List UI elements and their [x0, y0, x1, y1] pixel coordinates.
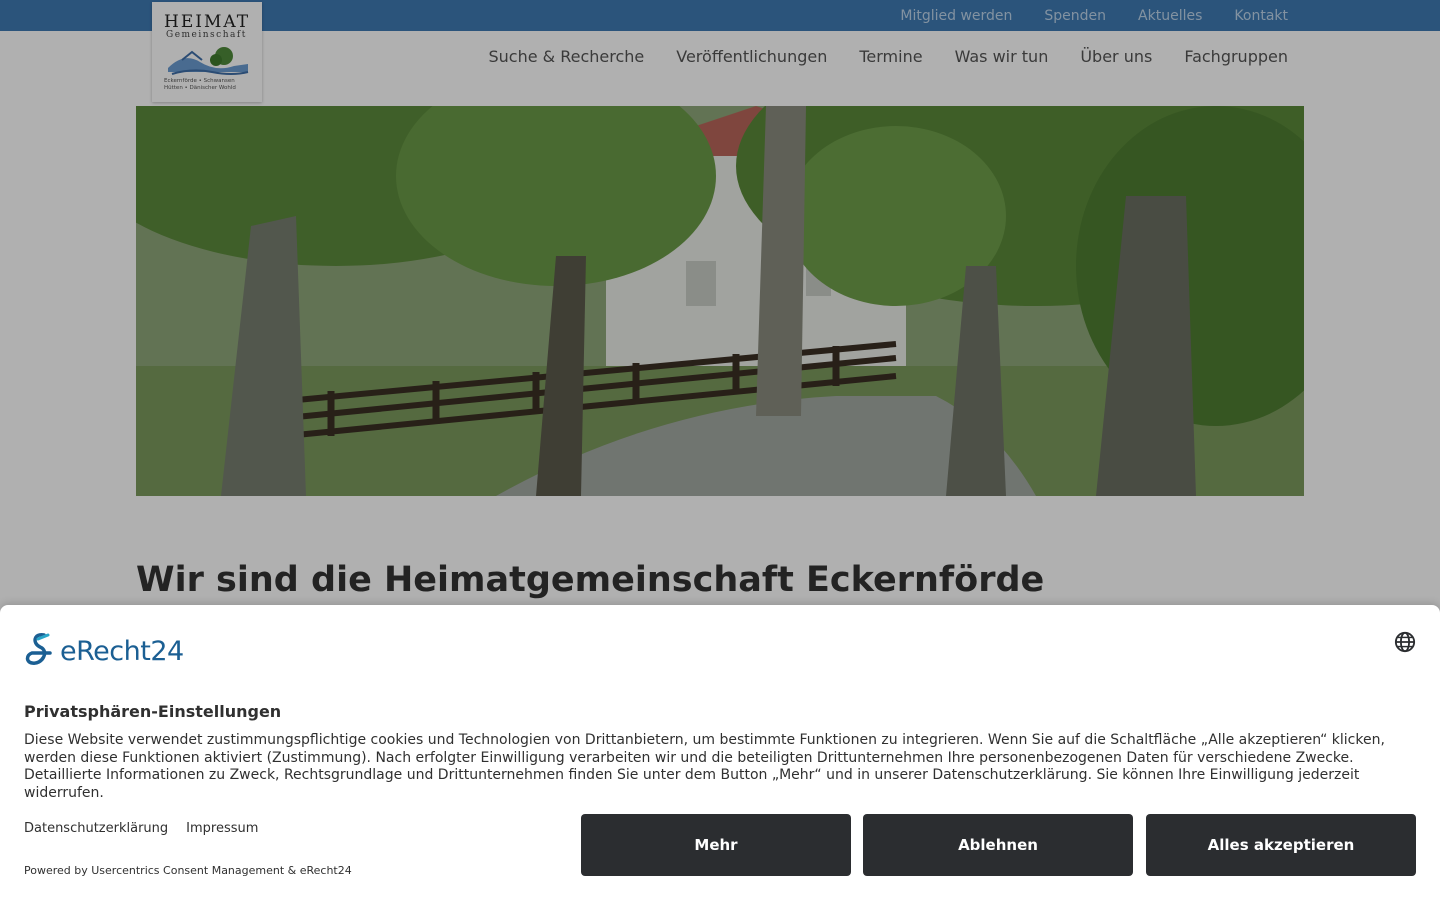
consent-brand-name: eRecht24 — [60, 635, 184, 667]
erecht24-logo-icon — [25, 633, 52, 665]
consent-links: Datenschutzerklärung Impressum — [24, 821, 258, 836]
consent-brand: eRecht24 — [24, 631, 184, 671]
deny-button[interactable]: Ablehnen — [863, 814, 1133, 876]
consent-banner: eRecht24 Privatsphären-Einstellungen Die… — [0, 605, 1440, 900]
more-button[interactable]: Mehr — [581, 814, 851, 876]
consent-title: Privatsphären-Einstellungen — [24, 702, 282, 721]
imprint-link[interactable]: Impressum — [186, 821, 258, 836]
language-globe-icon[interactable] — [1394, 631, 1416, 653]
privacy-policy-link[interactable]: Datenschutzerklärung — [24, 821, 168, 836]
accept-all-button[interactable]: Alles akzeptieren — [1146, 814, 1416, 876]
powered-by-text: Powered by Usercentrics Consent Manageme… — [24, 864, 352, 877]
consent-description: Diese Website verwendet zustimmungspflic… — [24, 732, 1385, 801]
